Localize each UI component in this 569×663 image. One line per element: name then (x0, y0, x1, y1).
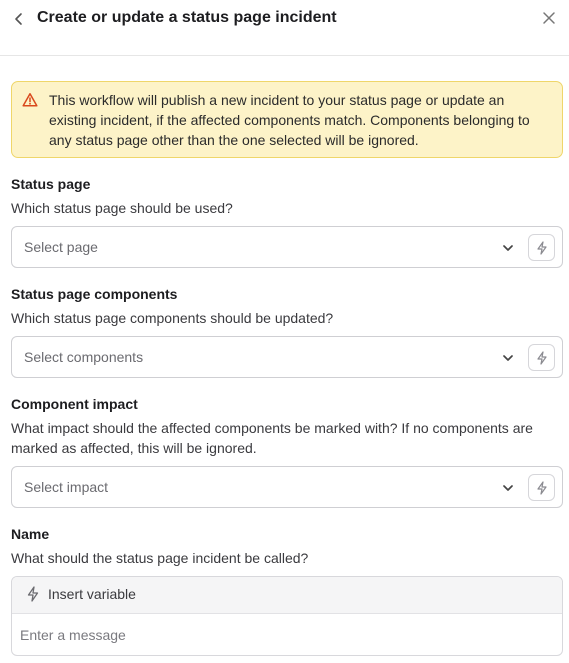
modal-header: Create or update a status page incident (0, 0, 569, 56)
lightning-bolt-icon (27, 586, 39, 602)
components-help: Which status page components should be u… (11, 310, 334, 326)
lightning-bolt-icon (536, 240, 547, 255)
status-page-help: Which status page should be used? (11, 200, 233, 216)
name-editor[interactable]: Insert variable Enter a message (11, 576, 563, 656)
chevron-down-icon (503, 355, 513, 361)
chevron-down-icon (503, 245, 513, 251)
status-page-variable-button[interactable] (528, 234, 555, 261)
status-page-placeholder: Select page (24, 239, 98, 255)
components-label: Status page components (11, 286, 178, 302)
impact-variable-button[interactable] (528, 474, 555, 501)
impact-label: Component impact (11, 396, 138, 412)
name-label: Name (11, 526, 50, 542)
chevron-down-icon (503, 485, 513, 491)
editor-toolbar: Insert variable (12, 577, 562, 614)
components-placeholder: Select components (24, 349, 144, 365)
impact-select[interactable]: Select impact (11, 466, 563, 508)
name-help: What should the status page incident be … (11, 550, 309, 566)
components-variable-button[interactable] (528, 344, 555, 371)
status-page-select[interactable]: Select page (11, 226, 563, 268)
insert-variable-label: Insert variable (48, 586, 136, 602)
warning-callout: This workflow will publish a new inciden… (11, 81, 563, 158)
warning-text: This workflow will publish a new inciden… (49, 92, 530, 148)
back-button[interactable] (10, 10, 28, 28)
impact-help: What impact should the affected componen… (11, 420, 533, 456)
components-select[interactable]: Select components (11, 336, 563, 378)
lightning-bolt-icon (536, 480, 547, 495)
lightning-bolt-icon (536, 350, 547, 365)
message-input[interactable]: Enter a message (20, 627, 126, 643)
close-button[interactable] (540, 9, 558, 27)
status-page-label: Status page (11, 176, 91, 192)
chevron-left-icon (15, 13, 22, 25)
page-title: Create or update a status page incident (37, 9, 337, 26)
close-icon (543, 12, 555, 24)
impact-placeholder: Select impact (24, 479, 109, 495)
insert-variable-button[interactable]: Insert variable (26, 586, 136, 602)
warning-triangle-icon (22, 93, 38, 107)
